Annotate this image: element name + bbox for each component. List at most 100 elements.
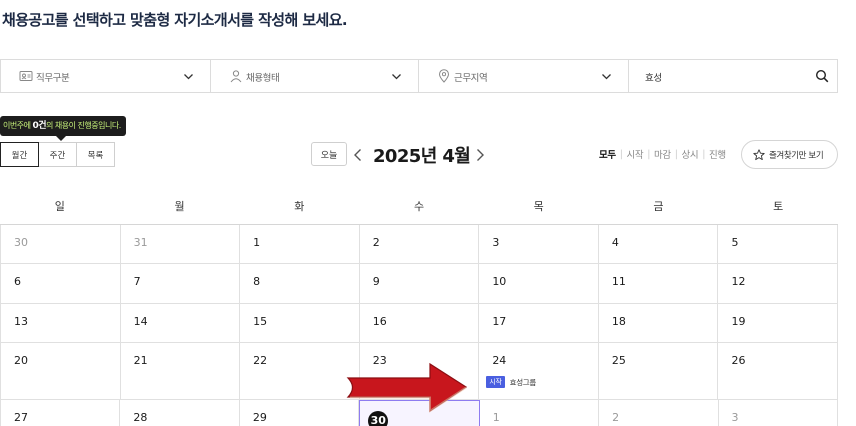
status-deadline[interactable]: 마감 [654, 147, 671, 161]
calendar-day[interactable]: 20 [1, 343, 121, 399]
calendar-day[interactable]: 6 [1, 264, 121, 303]
calendar-day[interactable]: 17 [479, 304, 599, 342]
divider: | [674, 148, 678, 160]
calendar-day[interactable]: 7 [121, 264, 241, 303]
calendar-day[interactable]: 22 [240, 343, 360, 399]
calendar-day[interactable]: 10 [479, 264, 599, 303]
view-list-button[interactable]: 목록 [76, 142, 115, 167]
calendar-day[interactable]: 3 [719, 400, 838, 426]
day-number: 8 [253, 275, 261, 288]
id-card-icon [19, 71, 33, 81]
week-row: 30 31 1 2 3 4 5 [1, 225, 839, 264]
day-number: 1 [253, 236, 261, 249]
day-number: 6 [14, 275, 21, 288]
chevron-left-icon[interactable] [352, 148, 364, 162]
location-dropdown[interactable]: 근무지역 [419, 60, 629, 92]
chevron-down-icon [602, 74, 611, 80]
day-number: 28 [133, 411, 148, 424]
calendar-day[interactable]: 24 시작 효성그룹 [479, 343, 599, 399]
tooltip-prefix: 이번주에 [3, 121, 33, 130]
day-number: 31 [133, 236, 148, 249]
page-headline: 채용공고를 선택하고 맞춤형 자기소개서를 작성해 보세요. [2, 11, 348, 29]
location-label: 근무지역 [454, 73, 488, 84]
calendar-day[interactable]: 31 [121, 225, 241, 263]
day-number: 15 [253, 315, 268, 328]
day-number: 3 [731, 411, 739, 424]
calendar-day[interactable]: 30 [1, 225, 121, 263]
calendar-day[interactable]: 13 [1, 304, 121, 342]
weekday-sun: 일 [54, 200, 65, 213]
weekday-sat: 토 [773, 200, 784, 213]
weekday-wed: 수 [413, 200, 425, 213]
filter-bar: 직무구분 채용형태 근무지역 효성 [0, 59, 838, 93]
search-input[interactable]: 효성 [629, 60, 837, 92]
calendar-day[interactable]: 19 [718, 304, 839, 342]
job-category-dropdown[interactable]: 직무구분 [1, 60, 211, 92]
favorites-label: 즐겨찾기만 보기 [769, 150, 824, 161]
tooltip-suffix: 의 채용이 진행중입니다. [46, 121, 121, 130]
calendar-event[interactable]: 시작 효성그룹 [486, 376, 536, 388]
status-filter: 모두 | 시작 | 마감 | 상시 | 진행 [599, 147, 726, 162]
divider: | [647, 148, 650, 160]
status-always[interactable]: 상시 [682, 147, 699, 161]
calendar-day[interactable]: 4 [599, 225, 719, 263]
day-number: 9 [372, 275, 380, 288]
week-row: 13 14 15 16 17 18 19 [1, 304, 839, 343]
calendar-day[interactable]: 2 [360, 225, 480, 263]
calendar-day[interactable]: 2 [599, 400, 719, 426]
day-number: 4 [611, 236, 619, 249]
calendar-day[interactable]: 18 [599, 304, 719, 342]
day-number: 26 [731, 354, 746, 367]
weekday-tue: 화 [294, 200, 305, 213]
day-number: 18 [611, 315, 626, 328]
day-number: 3 [492, 236, 500, 249]
calendar-day[interactable]: 11 [599, 264, 719, 303]
calendar-day[interactable]: 8 [240, 264, 360, 303]
calendar-day[interactable]: 27 [1, 400, 121, 426]
job-category-label: 직무구분 [36, 73, 70, 84]
day-number: 20 [14, 354, 28, 367]
calendar-day[interactable]: 12 [718, 264, 839, 303]
day-number: 25 [611, 354, 626, 367]
day-number: 11 [611, 275, 626, 288]
calendar-day[interactable]: 25 [599, 343, 719, 399]
calendar-day[interactable]: 5 [718, 225, 839, 263]
search-icon[interactable] [815, 69, 829, 83]
event-status-badge: 시작 [486, 376, 505, 388]
weekday-thu: 목 [533, 200, 544, 213]
day-number: 16 [372, 315, 387, 328]
tooltip-count: 0건 [32, 121, 47, 131]
calendar-day[interactable]: 15 [240, 304, 360, 342]
day-number: 7 [133, 275, 141, 288]
calendar-day[interactable]: 21 [121, 343, 241, 399]
calendar-day[interactable]: 16 [360, 304, 480, 342]
calendar-day[interactable]: 3 [479, 225, 599, 263]
day-number: 2 [372, 236, 380, 249]
event-company: 효성그룹 [509, 377, 537, 387]
status-start[interactable]: 시작 [627, 147, 644, 161]
calendar-day[interactable]: 14 [121, 304, 241, 342]
employment-type-dropdown[interactable]: 채용형태 [211, 60, 419, 92]
employment-type-label: 채용형태 [246, 73, 280, 84]
view-weekly-button[interactable]: 주간 [38, 142, 77, 167]
calendar-day[interactable]: 29 [240, 400, 360, 426]
location-pin-icon [438, 69, 450, 83]
chevron-right-icon[interactable] [474, 148, 486, 162]
status-ongoing[interactable]: 진행 [709, 147, 726, 161]
day-number: 12 [731, 275, 746, 288]
calendar-day[interactable]: 26 [718, 343, 839, 399]
calendar-day[interactable]: 9 [360, 264, 480, 303]
favorites-only-button[interactable]: 즐겨찾기만 보기 [741, 140, 838, 169]
today-button[interactable]: 오늘 [311, 142, 347, 166]
day-number: 14 [133, 315, 148, 328]
day-number: 17 [492, 315, 507, 328]
calendar-day[interactable]: 1 [480, 400, 600, 426]
view-monthly-button[interactable]: 월간 [0, 142, 39, 167]
status-all[interactable]: 모두 [599, 147, 616, 161]
weekday-fri: 금 [653, 200, 664, 213]
calendar-day[interactable]: 1 [240, 225, 360, 263]
day-number: 10 [492, 275, 507, 288]
month-title: 2025년 4월 [373, 146, 471, 167]
divider: | [619, 148, 623, 160]
calendar-day[interactable]: 28 [120, 400, 240, 426]
